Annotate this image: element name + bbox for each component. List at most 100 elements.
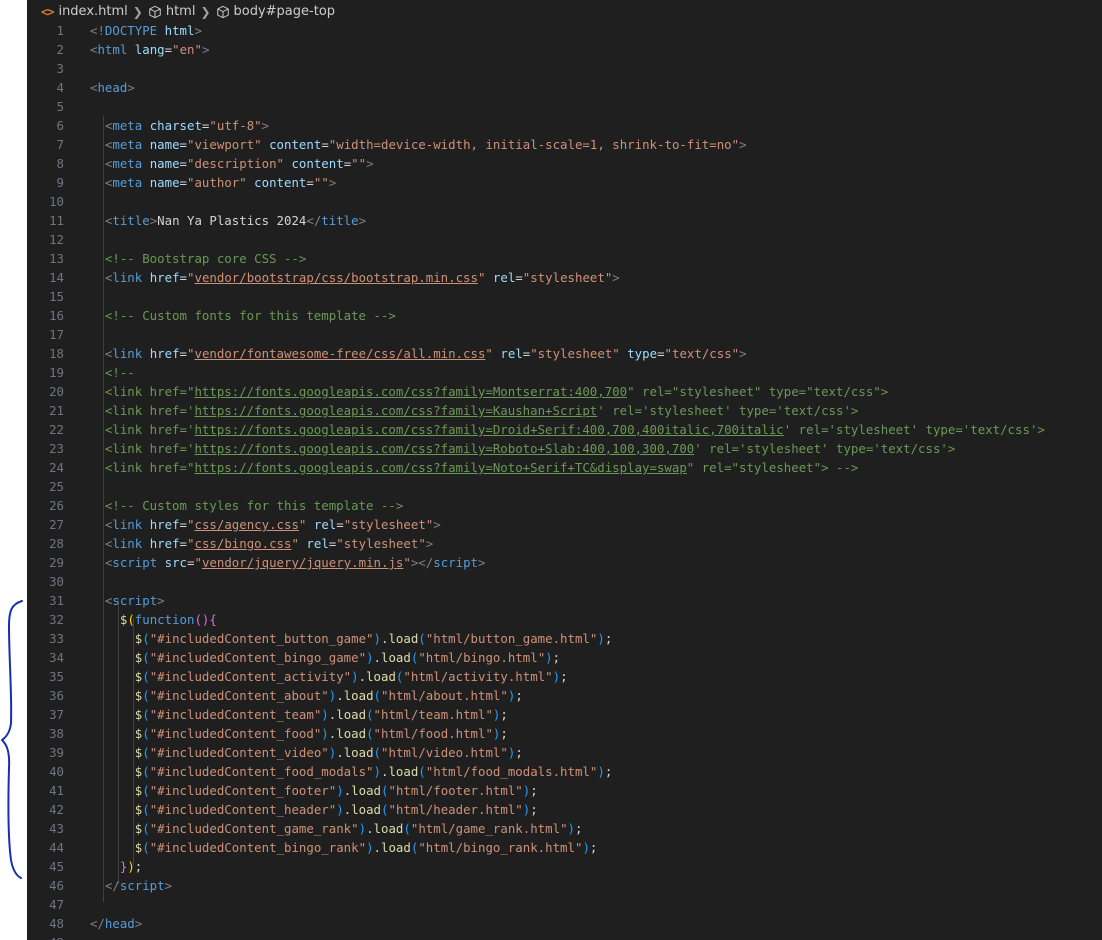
code-text[interactable]: <!DOCTYPE html> [90, 21, 202, 40]
code-line: 34 $("#includedContent_bingo_game").load… [27, 648, 1102, 667]
breadcrumb-file-label: index.html [58, 4, 128, 19]
code-text[interactable]: $("#includedContent_team").load("html/te… [90, 705, 508, 724]
code-line: 46 </script> [27, 876, 1102, 895]
line-number: 12 [49, 232, 64, 247]
code-line: 29 <script src="vendor/jquery/jquery.min… [27, 553, 1102, 572]
breadcrumb: <> index.html ❯ html ❯ body#page-top [41, 2, 335, 21]
code-text[interactable]: $("#includedContent_button_game").load("… [90, 629, 613, 648]
code-text[interactable]: $("#includedContent_about").load("html/a… [90, 686, 523, 705]
breadcrumb-item-html[interactable]: html [148, 4, 195, 19]
code-line: 39 $("#includedContent_video").load("htm… [27, 743, 1102, 762]
code-text[interactable]: <link href="https://fonts.googleapis.com… [90, 382, 888, 401]
code-text[interactable]: $(function(){ [90, 610, 217, 629]
code-line: 15 [27, 287, 1102, 306]
code-text[interactable]: <!-- [90, 363, 135, 382]
code-text[interactable]: <meta name="description" content=""> [90, 154, 374, 173]
line-number: 38 [49, 726, 64, 741]
code-line: 18 <link href="vendor/fontawesome-free/c… [27, 344, 1102, 363]
code-text[interactable]: <link href='https://fonts.googleapis.com… [90, 439, 955, 458]
code-text[interactable]: <link href="vendor/bootstrap/css/bootstr… [90, 268, 620, 287]
cube-icon [149, 5, 161, 18]
code-text[interactable]: <title>Nan Ya Plastics 2024</title> [90, 211, 366, 230]
code-text[interactable]: <meta name="author" content=""> [90, 173, 336, 192]
code-line: 22 <link href='https://fonts.googleapis.… [27, 420, 1102, 439]
code-text[interactable]: <!-- Custom fonts for this template --> [90, 306, 396, 325]
code-line: 35 $("#includedContent_activity").load("… [27, 667, 1102, 686]
line-number: 26 [49, 498, 64, 513]
code-line: 25 [27, 477, 1102, 496]
code-editor[interactable]: <> index.html ❯ html ❯ body#page-top 1 <!… [27, 0, 1102, 940]
code-text[interactable]: <link href="css/bingo.css" rel="styleshe… [90, 534, 433, 553]
code-line: 44 $("#includedContent_bingo_rank").load… [27, 838, 1102, 857]
breadcrumb-item-body[interactable]: body#page-top [216, 4, 336, 19]
line-number: 10 [49, 194, 64, 209]
line-number: 46 [49, 878, 64, 893]
line-number: 11 [49, 213, 64, 228]
code-line: 40 $("#includedContent_food_modals").loa… [27, 762, 1102, 781]
line-number: 44 [49, 840, 64, 855]
line-number: 37 [49, 707, 64, 722]
line-number: 8 [56, 156, 64, 171]
code-line: 23 <link href='https://fonts.googleapis.… [27, 439, 1102, 458]
line-number: 32 [49, 612, 64, 627]
line-number: 39 [49, 745, 64, 760]
line-number: 18 [49, 346, 64, 361]
code-line: 3 [27, 59, 1102, 78]
code-text[interactable]: $("#includedContent_video").load("html/v… [90, 743, 523, 762]
code-line: 28 <link href="css/bingo.css" rel="style… [27, 534, 1102, 553]
code-line: 48 </head> [27, 914, 1102, 933]
code-line: 49 [27, 933, 1102, 940]
code-text[interactable]: </head> [90, 914, 142, 933]
line-number: 3 [56, 61, 64, 76]
code-line: 36 $("#includedContent_about").load("htm… [27, 686, 1102, 705]
code-line: 6 <meta charset="utf-8"> [27, 116, 1102, 135]
code-text[interactable]: }); [90, 857, 142, 876]
code-line: 8 <meta name="description" content=""> [27, 154, 1102, 173]
line-number: 14 [49, 270, 64, 285]
code-text[interactable]: </script> [90, 876, 172, 895]
code-line: 1 <!DOCTYPE html> [27, 21, 1102, 40]
code-line: 10 [27, 192, 1102, 211]
code-text[interactable]: $("#includedContent_header").load("html/… [90, 800, 538, 819]
line-number: 35 [49, 669, 64, 684]
code-text[interactable]: $("#includedContent_food").load("html/fo… [90, 724, 508, 743]
code-text[interactable]: $("#includedContent_food_modals").load("… [90, 762, 613, 781]
code-text[interactable]: <link href="vendor/fontawesome-free/css/… [90, 344, 747, 363]
line-number: 21 [49, 403, 64, 418]
code-text[interactable]: <meta charset="utf-8"> [90, 116, 269, 135]
code-text[interactable]: <html lang="en"> [90, 40, 209, 59]
code-line: 11 <title>Nan Ya Plastics 2024</title> [27, 211, 1102, 230]
code-text[interactable]: $("#includedContent_bingo_game").load("h… [90, 648, 560, 667]
line-number: 47 [49, 897, 64, 912]
code-text[interactable]: <!-- Custom styles for this template --> [90, 496, 403, 515]
code-text[interactable]: <head> [90, 78, 135, 97]
code-text[interactable]: <link href="css/agency.css" rel="stylesh… [90, 515, 441, 534]
code-text[interactable]: <!-- Bootstrap core CSS --> [90, 249, 306, 268]
line-number: 48 [49, 916, 64, 931]
code-line: 33 $("#includedContent_button_game").loa… [27, 629, 1102, 648]
code-area[interactable]: 1 <!DOCTYPE html> 2 <html lang="en"> 3 4 <h… [27, 21, 1102, 940]
code-text[interactable]: <link href='https://fonts.googleapis.com… [90, 401, 858, 420]
line-number: 25 [49, 479, 64, 494]
code-text[interactable]: <meta name="viewport" content="width=dev… [90, 135, 747, 154]
code-line: 37 $("#includedContent_team").load("html… [27, 705, 1102, 724]
code-line: 17 [27, 325, 1102, 344]
line-number: 22 [49, 422, 64, 437]
code-text[interactable]: $("#includedContent_footer").load("html/… [90, 781, 538, 800]
code-text[interactable]: <link href='https://fonts.googleapis.com… [90, 420, 1045, 439]
code-text[interactable]: <script src="vendor/jquery/jquery.min.js… [90, 553, 486, 572]
line-number: 4 [56, 80, 64, 95]
code-text[interactable]: $("#includedContent_bingo_rank").load("h… [90, 838, 598, 857]
code-text[interactable]: <link href="https://fonts.googleapis.com… [90, 458, 858, 477]
breadcrumb-file[interactable]: <> index.html [41, 4, 128, 19]
line-number: 24 [49, 460, 64, 475]
breadcrumb-item-label: body#page-top [233, 4, 336, 19]
code-text[interactable]: $("#includedContent_game_rank").load("ht… [90, 819, 583, 838]
line-number: 5 [56, 99, 64, 114]
line-number: 28 [49, 536, 64, 551]
code-line: 43 $("#includedContent_game_rank").load(… [27, 819, 1102, 838]
code-line: 5 [27, 97, 1102, 116]
code-text[interactable]: <script> [90, 591, 165, 610]
line-number: 23 [49, 441, 64, 456]
code-text[interactable]: $("#includedContent_activity").load("htm… [90, 667, 568, 686]
